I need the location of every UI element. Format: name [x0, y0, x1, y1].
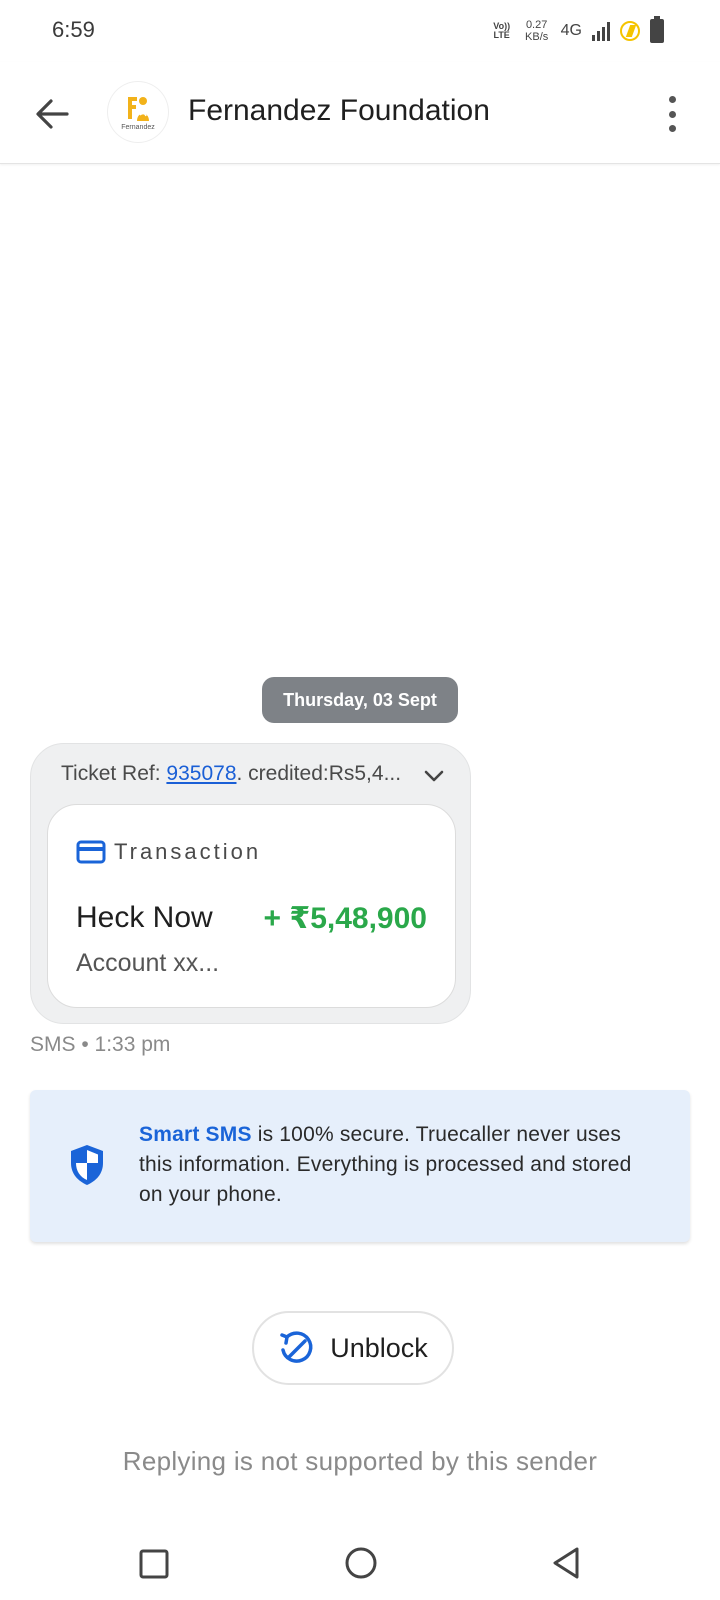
battery-icon [650, 16, 664, 43]
date-chip: Thursday, 03 Sept [262, 677, 458, 723]
menu-dots-icon [668, 96, 676, 103]
status-bar: 6:59 Vo)) LTE 0.27 KB/s 4G [0, 0, 720, 62]
signal-icon [592, 21, 610, 41]
battery-saver-icon [620, 21, 640, 41]
speed-unit: KB/s [525, 31, 549, 43]
message-preview: Ticket Ref: 935078. credited:Rs5,4... [61, 762, 401, 786]
ticket-ref-link[interactable]: 935078 [166, 762, 236, 785]
nav-back-icon[interactable] [550, 1546, 582, 1580]
unblock-label: Unblock [330, 1332, 428, 1363]
network-type: 4G [560, 22, 582, 39]
status-icons: Vo)) LTE 0.27 KB/s 4G [491, 14, 664, 48]
smart-sms-highlight: Smart SMS [139, 1123, 252, 1146]
back-button[interactable] [24, 86, 80, 142]
transaction-amount: + ₹5,48,900 [263, 902, 427, 935]
transaction-title: Heck Now [76, 901, 213, 934]
block-icon [280, 1331, 313, 1363]
volte-icon: Vo)) LTE [491, 22, 513, 40]
shield-icon [71, 1145, 103, 1185]
transaction-label-row: Transaction [76, 839, 261, 865]
overflow-menu-button[interactable] [660, 92, 684, 136]
avatar[interactable]: Fernandez [108, 82, 168, 142]
recent-apps-icon[interactable] [138, 1548, 170, 1580]
avatar-text: Fernandez [121, 124, 155, 131]
volte-line2: LTE [493, 30, 510, 40]
speed-value: 0.27 [525, 19, 548, 31]
conversation-toolbar: Fernandez Fernandez Foundation [0, 62, 720, 164]
smart-sms-banner: Smart SMS is 100% secure. Truecaller nev… [30, 1090, 690, 1242]
network-speed: 0.27 KB/s [523, 19, 551, 43]
reply-not-supported-note: Replying is not supported by this sender [122, 1446, 598, 1476]
transaction-card[interactable]: Transaction Heck Now + ₹5,48,900 Account… [47, 804, 456, 1008]
message-bubble[interactable]: Ticket Ref: 935078. credited:Rs5,4... Tr… [30, 743, 471, 1024]
credit-card-icon [76, 840, 106, 864]
status-time: 6:59 [52, 17, 95, 42]
preview-prefix: Ticket Ref: [61, 762, 167, 785]
foundation-logo-icon [128, 97, 149, 121]
transaction-label: Transaction [114, 839, 262, 864]
preview-suffix: . credited:Rs5,4... [236, 762, 402, 785]
system-nav-bar [0, 1530, 720, 1600]
home-icon[interactable] [344, 1546, 378, 1580]
smart-sms-text: Smart SMS is 100% secure. Truecaller nev… [139, 1120, 659, 1210]
chevron-down-icon[interactable] [422, 766, 446, 786]
message-meta: SMS • 1:33 pm [30, 1033, 171, 1056]
back-arrow-icon [36, 99, 69, 129]
transaction-account: Account xx... [76, 949, 220, 977]
unblock-button[interactable]: Unblock [252, 1311, 454, 1385]
contact-name: Fernandez Foundation [188, 94, 490, 127]
